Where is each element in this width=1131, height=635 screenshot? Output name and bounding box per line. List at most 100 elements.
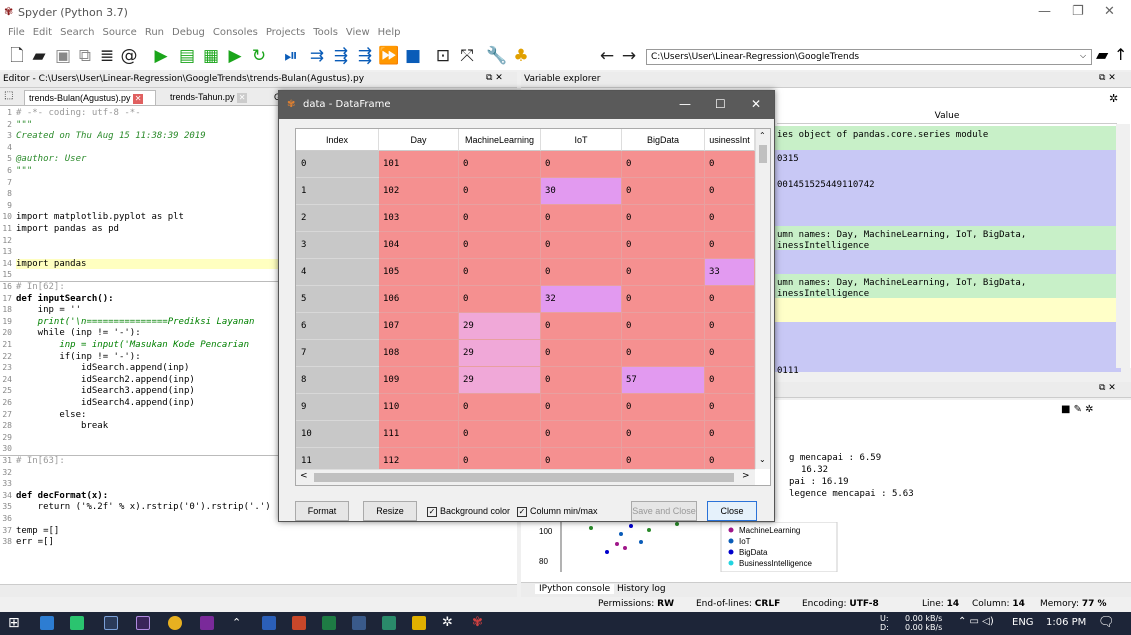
run-icon[interactable]: ▶ xyxy=(150,45,172,67)
table-cell[interactable]: 104 xyxy=(379,232,459,259)
table-cell[interactable]: 33 xyxy=(705,259,755,286)
table-cell[interactable]: 0 xyxy=(459,394,541,421)
powerpoint-taskbar-icon[interactable] xyxy=(292,616,306,630)
step-return-icon[interactable]: ⇶ xyxy=(354,45,376,67)
chevron-down-icon[interactable]: ⌵ xyxy=(1080,51,1086,61)
preferences-icon[interactable]: 🔧 xyxy=(486,45,508,67)
clock[interactable]: 1:06 PM xyxy=(1046,617,1086,628)
rerun-icon[interactable]: ↻ xyxy=(248,45,270,67)
undock-icon[interactable]: ⧉ ✕ xyxy=(1099,73,1116,83)
fullscreen-icon[interactable]: ⤧ xyxy=(456,45,478,67)
tab-ipython-console[interactable]: IPython console xyxy=(535,584,615,594)
table-cell[interactable]: 0 xyxy=(705,286,755,313)
table-cell[interactable]: 0 xyxy=(541,205,622,232)
row-index[interactable]: 10 xyxy=(296,421,379,448)
run-selection-icon[interactable]: ▶ xyxy=(224,45,246,67)
menu-item-9[interactable]: View xyxy=(346,27,370,38)
variable-explorer-scrollbar[interactable] xyxy=(1116,124,1130,368)
gear-icon[interactable]: ✲ xyxy=(1109,92,1118,105)
row-index[interactable]: 2 xyxy=(296,205,379,232)
debug-icon[interactable]: ⏯ xyxy=(280,45,302,67)
table-cell[interactable]: 0 xyxy=(705,394,755,421)
table-cell[interactable]: 105 xyxy=(379,259,459,286)
menu-item-8[interactable]: Tools xyxy=(313,27,338,38)
close-tab-icon[interactable]: ✕ xyxy=(237,93,248,103)
table-cell[interactable]: 108 xyxy=(379,340,459,367)
browse-tabs-icon[interactable]: ⬚ xyxy=(4,90,13,101)
new-file-icon[interactable]: 🗋 xyxy=(6,45,28,67)
close-icon[interactable]: ✕ xyxy=(751,97,761,111)
windows-start-icon[interactable]: ⊞ xyxy=(8,615,20,631)
table-cell[interactable]: 0 xyxy=(541,340,622,367)
table-cell[interactable]: 30 xyxy=(541,178,622,205)
scroll-up-icon[interactable]: ⌃ xyxy=(759,131,766,140)
menu-item-2[interactable]: Search xyxy=(60,27,94,38)
table-cell[interactable]: 0 xyxy=(622,232,705,259)
table-cell[interactable]: 0 xyxy=(705,178,755,205)
table-cell[interactable]: 0 xyxy=(705,232,755,259)
table-cell[interactable]: 0 xyxy=(705,421,755,448)
table-cell[interactable]: 0 xyxy=(622,340,705,367)
step-icon[interactable]: ⇉ xyxy=(306,45,328,67)
menu-item-5[interactable]: Debug xyxy=(172,27,205,38)
table-cell[interactable]: 0 xyxy=(622,394,705,421)
scroll-down-icon[interactable]: ⌄ xyxy=(759,455,766,464)
app2-taskbar-icon[interactable] xyxy=(352,616,366,630)
at-icon[interactable]: @ xyxy=(118,45,140,67)
row-index[interactable]: 9 xyxy=(296,394,379,421)
app-taskbar-icon[interactable] xyxy=(70,616,84,630)
table-cell[interactable]: 0 xyxy=(622,151,705,178)
close-tab-icon[interactable]: ✕ xyxy=(133,94,144,104)
xd-taskbar-icon[interactable] xyxy=(200,616,214,630)
table-cell[interactable]: 0 xyxy=(705,313,755,340)
row-index[interactable]: 0 xyxy=(296,151,379,178)
table-cell[interactable]: 0 xyxy=(459,205,541,232)
run-cell-advance-icon[interactable]: ▦ xyxy=(200,45,222,67)
pr-taskbar-icon[interactable] xyxy=(136,616,150,630)
scroll-thumb[interactable] xyxy=(759,145,767,163)
maximize-pane-icon[interactable]: ⊡ xyxy=(432,45,454,67)
save-icon[interactable]: ▣ xyxy=(52,45,74,67)
table-cell[interactable]: 0 xyxy=(705,340,755,367)
menu-item-10[interactable]: Help xyxy=(378,27,401,38)
table-cell[interactable]: 0 xyxy=(541,232,622,259)
table-cell[interactable]: 0 xyxy=(541,394,622,421)
tab-trends-bulan[interactable]: trends-Bulan(Agustus).py ✕ xyxy=(24,90,156,106)
grid-vscrollbar[interactable]: ⌃ ⌄ xyxy=(755,129,770,469)
forward-icon[interactable]: → xyxy=(618,45,640,67)
save-and-close-button[interactable]: Save and Close xyxy=(631,501,697,521)
column-header[interactable]: Index xyxy=(296,129,379,151)
close-window-icon[interactable]: ✕ xyxy=(1104,4,1115,19)
table-cell[interactable]: 102 xyxy=(379,178,459,205)
row-index[interactable]: 6 xyxy=(296,313,379,340)
undock-icon[interactable]: ⧉ ✕ xyxy=(1099,383,1116,393)
row-index[interactable]: 8 xyxy=(296,367,379,394)
language-indicator[interactable]: ENG xyxy=(1012,617,1034,628)
table-cell[interactable]: 0 xyxy=(459,178,541,205)
editor-hscrollbar[interactable] xyxy=(0,584,517,597)
back-icon[interactable]: ← xyxy=(596,45,618,67)
table-cell[interactable]: 0 xyxy=(622,313,705,340)
python-path-icon[interactable]: ♣ xyxy=(510,45,532,67)
table-cell[interactable]: 0 xyxy=(541,367,622,394)
menu-item-3[interactable]: Source xyxy=(102,27,136,38)
table-cell[interactable]: 29 xyxy=(459,340,541,367)
undock-icon[interactable]: ⧉ ✕ xyxy=(486,73,503,83)
browse-folder-icon[interactable]: ▰ xyxy=(1096,45,1108,64)
chrome-taskbar-icon[interactable] xyxy=(168,616,182,630)
row-index[interactable]: 1 xyxy=(296,178,379,205)
scroll-right-icon[interactable]: > xyxy=(742,471,750,481)
console-options-icon[interactable]: ■ ✎ ✲ xyxy=(1061,404,1094,415)
table-cell[interactable]: 0 xyxy=(459,232,541,259)
table-cell[interactable]: 0 xyxy=(622,178,705,205)
menu-item-6[interactable]: Consoles xyxy=(213,27,258,38)
column-header[interactable]: usinessInt xyxy=(705,129,755,151)
table-cell[interactable]: 110 xyxy=(379,394,459,421)
list-icon[interactable]: ≣ xyxy=(96,45,118,67)
table-cell[interactable]: 109 xyxy=(379,367,459,394)
table-cell[interactable]: 107 xyxy=(379,313,459,340)
row-index[interactable]: 5 xyxy=(296,286,379,313)
column-header[interactable]: IoT xyxy=(541,129,622,151)
close-button[interactable]: Close xyxy=(707,501,757,521)
grid-hscrollbar[interactable]: < > xyxy=(296,469,755,485)
